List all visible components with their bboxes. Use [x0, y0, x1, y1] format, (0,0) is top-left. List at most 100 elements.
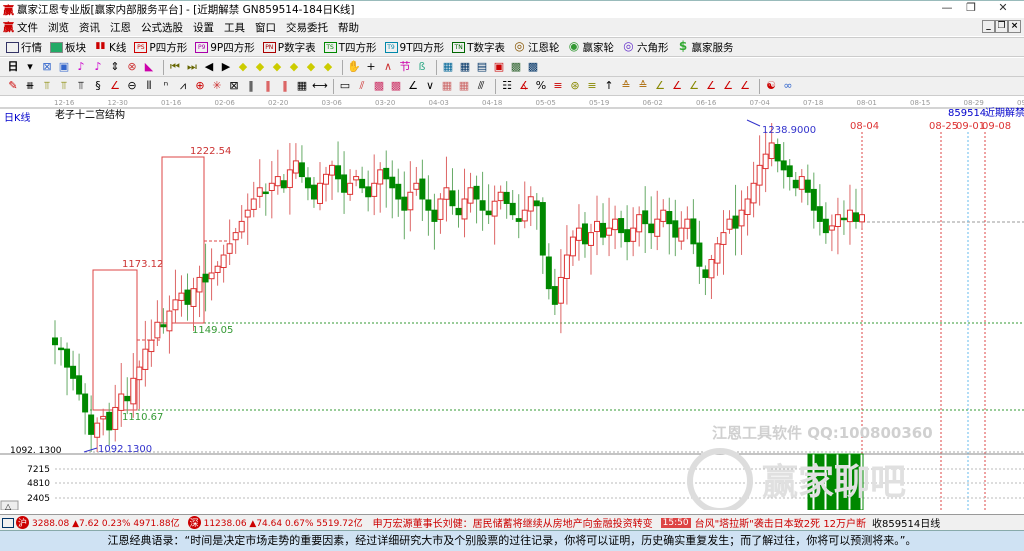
cycle3-icon[interactable]: ‖ [278, 79, 292, 93]
move-down-icon[interactable]: ◆ [253, 60, 267, 74]
slope3-icon[interactable]: ∠ [687, 79, 701, 93]
percent-icon[interactable]: % [534, 79, 548, 93]
menu-gann[interactable]: 江恩 [110, 20, 131, 35]
percent-angle-icon[interactable]: ∡ [517, 79, 531, 93]
ladder-icon[interactable]: ☷ [500, 79, 514, 93]
menu-trade[interactable]: 交易委托 [286, 20, 328, 35]
spiral-icon[interactable]: § [91, 79, 105, 93]
circle-icon[interactable]: ⊖ [125, 79, 139, 93]
lines-icon[interactable]: ⦀ [142, 79, 156, 93]
period-select[interactable]: 日 [6, 60, 20, 74]
percent-lines-icon[interactable]: ≡ [551, 79, 565, 93]
dropdown-arrow-icon[interactable]: ▾ [23, 60, 37, 74]
gold-lines-icon[interactable]: ≡ [585, 79, 599, 93]
span-icon[interactable]: ⟷ [312, 79, 328, 93]
last-icon[interactable]: ⏭ [185, 60, 199, 74]
menu-info[interactable]: 资讯 [79, 20, 100, 35]
gold2-icon[interactable]: ⫪ [57, 79, 71, 93]
flag-icon[interactable]: ◣ [142, 60, 156, 74]
toolbar-service[interactable]: $ 赢家服务 [677, 40, 734, 55]
next-icon[interactable]: ▶ [219, 60, 233, 74]
square-fan2-icon[interactable]: ▩ [389, 79, 403, 93]
mdi-restore-button[interactable]: ❐ [995, 20, 1008, 33]
zoom-icon[interactable]: ⊗ [125, 60, 139, 74]
slope6-icon[interactable]: ∠ [738, 79, 752, 93]
move-up-icon[interactable]: ◆ [236, 60, 250, 74]
grid-icon[interactable]: ▦ [295, 79, 309, 93]
parallel-icon[interactable]: ⫻ [474, 79, 488, 93]
kline-chart[interactable]: 12-16 12-30 01-16 02-06 02-20 03-06 03-20 04-03… [0, 96, 1024, 510]
cursor-icon[interactable]: ⇕ [108, 60, 122, 74]
expand-icon[interactable]: ◆ [270, 60, 284, 74]
formula-icon[interactable]: ß [415, 60, 429, 74]
hand-icon[interactable]: ✋ [347, 60, 361, 74]
n2-icon[interactable]: ⁿ [159, 79, 173, 93]
menu-browse[interactable]: 浏览 [48, 20, 69, 35]
yinyang-icon[interactable]: ☯ [764, 79, 778, 93]
toolbar-t-table[interactable]: TN T数字表 [452, 40, 505, 55]
network-icon[interactable]: ▩ [509, 60, 523, 74]
target-icon[interactable]: ⊕ [193, 79, 207, 93]
square-fan-icon[interactable]: ▩ [372, 79, 386, 93]
toolbar-gann-wheel[interactable]: ◎ 江恩轮 [513, 40, 559, 55]
toolbar-p-square[interactable]: PS P四方形 [134, 40, 187, 55]
mdi-close-button[interactable]: × [1008, 20, 1021, 33]
shenzhen-index[interactable]: 11238.06 ▲74.64 0.67% 5519.72亿 [204, 516, 363, 529]
toolbar-hexagon[interactable]: ◎ 六角形 [622, 40, 668, 55]
menu-help[interactable]: 帮助 [338, 20, 359, 35]
toolbar-9p-square[interactable]: P9 9P四方形 [195, 40, 255, 55]
line-icon[interactable]: ∧ [381, 60, 395, 74]
slope2-icon[interactable]: ∠ [670, 79, 684, 93]
toolbar-sector[interactable]: 板块 [50, 40, 86, 55]
cycle2-icon[interactable]: ‖ [261, 79, 275, 93]
bars-icon[interactable]: ⧻ [23, 79, 37, 93]
pen-icon[interactable]: ✎ [6, 79, 20, 93]
toolbar-t-square[interactable]: TS T四方形 [323, 40, 377, 55]
indicator-icon[interactable]: ♪ [74, 60, 88, 74]
slope-icon[interactable]: ∠ [653, 79, 667, 93]
shrink-icon[interactable]: ◆ [287, 60, 301, 74]
prev-icon[interactable]: ◀ [202, 60, 216, 74]
save-icon[interactable]: ▣ [492, 60, 506, 74]
restore-button[interactable]: ❐ [956, 1, 986, 18]
print-icon[interactable]: ▩ [526, 60, 540, 74]
calendar-icon[interactable]: ▦ [441, 60, 455, 74]
indicator2-icon[interactable]: ♪ [91, 60, 105, 74]
level-icon[interactable]: ≙ [619, 79, 633, 93]
rect-icon[interactable]: ▭ [338, 79, 352, 93]
chart-type-icon[interactable]: ⊠ [40, 60, 54, 74]
document-icon[interactable]: ▤ [475, 60, 489, 74]
v-icon[interactable]: ∨ [423, 79, 437, 93]
table-icon[interactable]: ▦ [440, 79, 454, 93]
info-icon[interactable]: ▣ [57, 60, 71, 74]
section-icon[interactable]: 节 [398, 60, 412, 74]
gold-circle-icon[interactable]: ⊛ [568, 79, 582, 93]
news-ticker[interactable]: 申万宏源董事长刘健：居民储蓄将继续从房地产向金融投资转变 [373, 515, 653, 530]
slope4-icon[interactable]: ∠ [704, 79, 718, 93]
news-ticker-2[interactable]: 台风"塔拉斯"袭击日本致2死 12万户断 [695, 515, 866, 530]
crosshair-icon[interactable]: + [364, 60, 378, 74]
slope5-icon[interactable]: ∠ [721, 79, 735, 93]
menu-window[interactable]: 窗口 [255, 20, 276, 35]
gold-icon[interactable]: ⫪ [40, 79, 54, 93]
menu-tools[interactable]: 工具 [224, 20, 245, 35]
zoom-in-icon[interactable]: ◆ [304, 60, 318, 74]
zoom-out-icon[interactable]: ◆ [321, 60, 335, 74]
toolbar-kline[interactable]: ▮▮ K线 [94, 40, 127, 55]
infinity-icon[interactable]: ∞ [781, 79, 795, 93]
fib-icon[interactable]: ⫪ [74, 79, 88, 93]
angle-lines-icon[interactable]: ∠ [406, 79, 420, 93]
menu-settings[interactable]: 设置 [193, 20, 214, 35]
grid-icon[interactable] [2, 517, 14, 528]
star-icon[interactable]: ✳ [210, 79, 224, 93]
menu-file[interactable]: 文件 [17, 20, 38, 35]
fan-lines-icon[interactable]: ⫽ [355, 79, 369, 93]
menu-formula[interactable]: 公式选股 [141, 20, 183, 35]
cycle-icon[interactable]: ‖ [244, 79, 258, 93]
box-icon[interactable]: ⊠ [227, 79, 241, 93]
close-button[interactable]: ✕ [988, 1, 1018, 18]
mdi-minimize-button[interactable]: _ [982, 20, 995, 33]
first-icon[interactable]: ⏮ [168, 60, 182, 74]
table2-icon[interactable]: ▦ [457, 79, 471, 93]
arrow-up-icon[interactable]: ↑ [602, 79, 616, 93]
